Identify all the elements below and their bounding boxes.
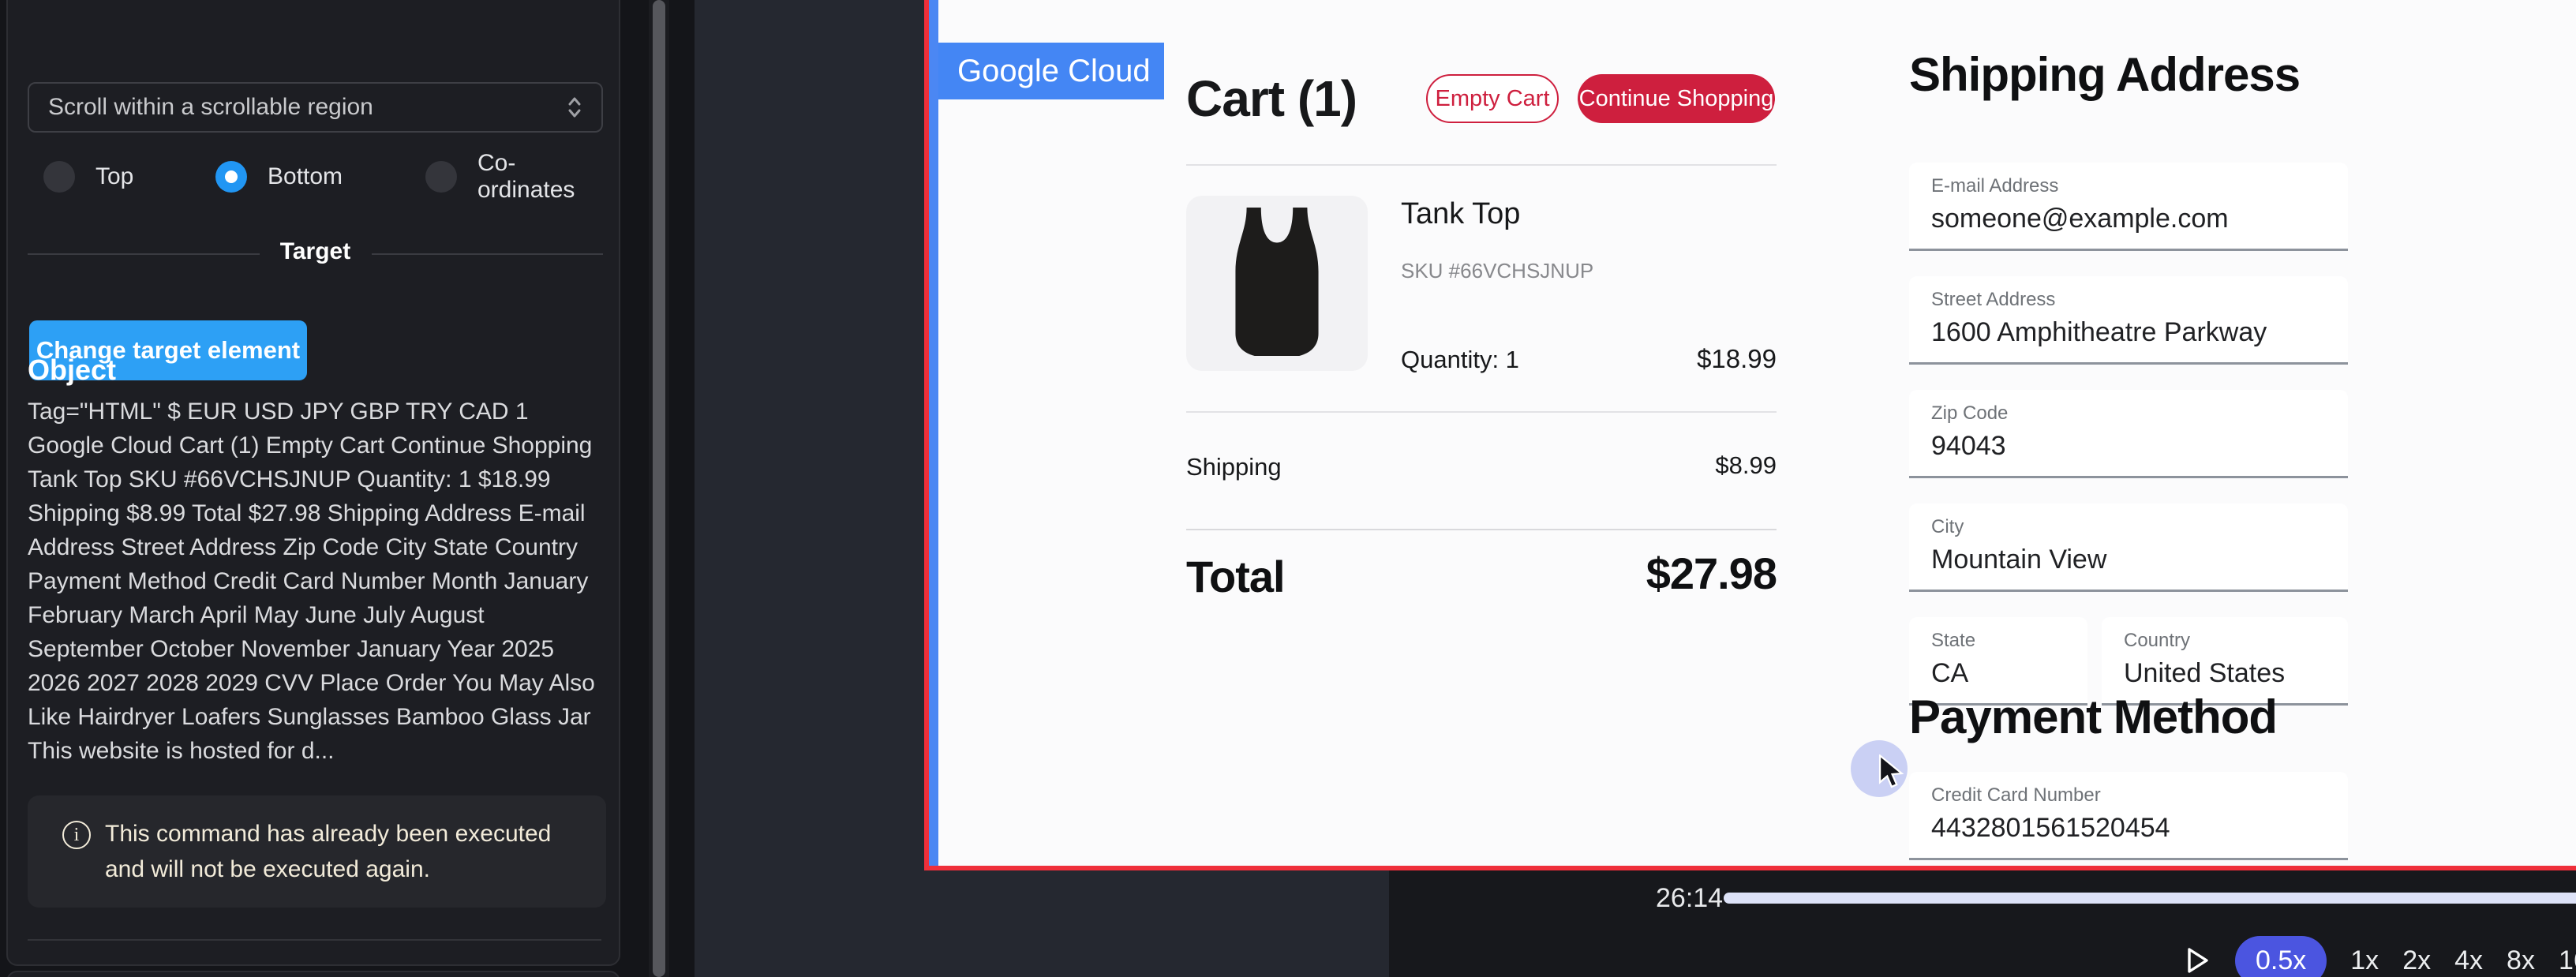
player-control-bar: 26:14 26:1 0.5x 1x 2x 4x 8x 16x skip ina… bbox=[1389, 870, 2576, 977]
sidebar-divider bbox=[28, 939, 601, 941]
radio-top-circle[interactable] bbox=[43, 161, 75, 193]
info-icon: i bbox=[62, 821, 91, 849]
tank-top-image bbox=[1186, 196, 1368, 371]
element-highlight-border bbox=[929, 0, 938, 866]
current-time: 26:14 bbox=[1656, 883, 1723, 914]
radio-coordinates-label: Co-ordinates bbox=[477, 150, 603, 204]
brand-label: Google Cloud bbox=[957, 54, 1151, 89]
empty-cart-button[interactable]: Empty Cart bbox=[1426, 74, 1559, 123]
city-field-label: City bbox=[1931, 516, 1964, 538]
tank-top-silhouette bbox=[1228, 208, 1326, 359]
info-message: This command has already been executed a… bbox=[105, 816, 563, 887]
speed-16x-button[interactable]: 16x bbox=[2559, 945, 2576, 976]
credit-card-field-label: Credit Card Number bbox=[1931, 784, 2101, 807]
object-description: Tag="HTML" $ EUR USD JPY GBP TRY CAD 1 G… bbox=[28, 395, 606, 768]
city-field-value: Mountain View bbox=[1931, 545, 2106, 575]
shipping-address-heading: Shipping Address bbox=[1909, 47, 2300, 102]
zip-field[interactable]: Zip Code 94043 bbox=[1909, 390, 2348, 478]
command-type-select[interactable]: Scroll within a scrollable region bbox=[28, 82, 603, 133]
play-icon bbox=[2185, 945, 2211, 975]
speed-1x-button[interactable]: 1x bbox=[2350, 945, 2379, 976]
select-chevron-icon bbox=[564, 95, 586, 119]
timeline-progress bbox=[1724, 893, 2576, 904]
zip-field-label: Zip Code bbox=[1931, 402, 2008, 425]
speed-2x-button[interactable]: 2x bbox=[2402, 945, 2431, 976]
radio-bottom-circle[interactable] bbox=[215, 161, 247, 193]
shipping-value: $8.99 bbox=[1619, 451, 1777, 480]
country-field-label: Country bbox=[2124, 630, 2190, 652]
object-heading: Object bbox=[28, 354, 116, 387]
speed-4x-button[interactable]: 4x bbox=[2454, 945, 2483, 976]
city-field[interactable]: City Mountain View bbox=[1909, 503, 2348, 592]
cursor-icon bbox=[1876, 754, 1911, 796]
radio-bottom[interactable]: Bottom bbox=[215, 156, 343, 197]
product-quantity: Quantity: 1 bbox=[1401, 346, 1519, 374]
email-field-value: someone@example.com bbox=[1931, 204, 2229, 234]
total-value: $27.98 bbox=[1540, 548, 1777, 599]
timeline-slider[interactable] bbox=[1724, 893, 2576, 904]
brand-badge[interactable]: Google Cloud bbox=[938, 43, 1164, 99]
street-field[interactable]: Street Address 1600 Amphitheatre Parkway bbox=[1909, 276, 2348, 365]
replay-player: Google Cloud Cart (1) Empty Cart Continu… bbox=[695, 0, 2576, 977]
credit-card-field[interactable]: Credit Card Number 4432801561520454 bbox=[1909, 772, 2348, 860]
street-field-label: Street Address bbox=[1931, 289, 2055, 311]
target-section-label: Target bbox=[28, 238, 603, 265]
zip-field-value: 94043 bbox=[1931, 431, 2006, 462]
info-banner: i This command has already been executed… bbox=[28, 795, 606, 908]
command-type-value: Scroll within a scrollable region bbox=[48, 94, 373, 121]
cart-divider bbox=[1186, 411, 1777, 413]
playback-controls: 0.5x 1x 2x 4x 8x 16x skip inactive bbox=[2185, 935, 2576, 977]
speed-0.5x-button[interactable]: 0.5x bbox=[2235, 936, 2327, 977]
email-field[interactable]: E-mail Address someone@example.com bbox=[1909, 163, 2348, 251]
sidebar-scrollbar-thumb[interactable] bbox=[653, 0, 665, 977]
product-price: $18.99 bbox=[1619, 344, 1777, 374]
command-panel: Scroll within a scrollable region Top Bo… bbox=[6, 0, 620, 966]
total-divider bbox=[1186, 529, 1777, 530]
radio-top-label: Top bbox=[95, 163, 133, 190]
radio-coordinates-circle[interactable] bbox=[425, 161, 457, 193]
scroll-position-radios: Top Bottom Co-ordinates bbox=[28, 156, 603, 197]
replay-viewport: Google Cloud Cart (1) Empty Cart Continu… bbox=[924, 0, 2576, 870]
header-divider bbox=[1186, 164, 1777, 166]
next-command-card bbox=[6, 971, 620, 977]
play-button[interactable] bbox=[2185, 945, 2211, 976]
radio-bottom-label: Bottom bbox=[268, 163, 343, 190]
radio-coordinates[interactable]: Co-ordinates bbox=[425, 156, 603, 197]
credit-card-field-value: 4432801561520454 bbox=[1931, 813, 2170, 844]
country-field-value: United States bbox=[2124, 658, 2285, 689]
sidebar-scrollbar[interactable] bbox=[649, 0, 669, 977]
target-section-header: Target bbox=[28, 238, 603, 270]
product-name: Tank Top bbox=[1401, 197, 1520, 231]
total-label: Total bbox=[1186, 551, 1285, 602]
state-field-label: State bbox=[1931, 630, 1975, 652]
payment-method-heading: Payment Method bbox=[1909, 690, 2277, 744]
email-field-label: E-mail Address bbox=[1931, 175, 2058, 197]
state-field-value: CA bbox=[1931, 658, 1968, 689]
speed-8x-button[interactable]: 8x bbox=[2507, 945, 2535, 976]
product-sku: SKU #66VCHSJNUP bbox=[1401, 259, 1593, 283]
shipping-label: Shipping bbox=[1186, 453, 1282, 481]
street-field-value: 1600 Amphitheatre Parkway bbox=[1931, 317, 2267, 348]
cart-title: Cart (1) bbox=[1186, 69, 1357, 128]
continue-shopping-button[interactable]: Continue Shopping bbox=[1578, 74, 1775, 123]
radio-top[interactable]: Top bbox=[43, 156, 133, 197]
